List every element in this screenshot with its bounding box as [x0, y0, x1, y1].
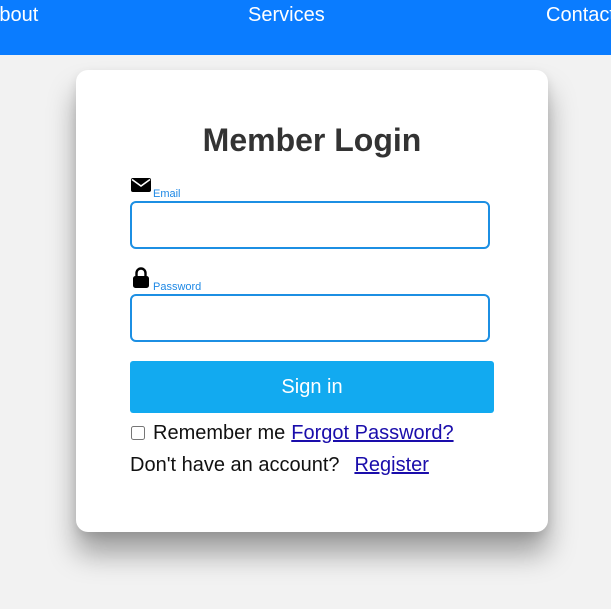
register-row: Don't have an account? Register [130, 454, 429, 476]
forgot-password-link[interactable]: Forgot Password? [291, 422, 453, 444]
password-label: Password [153, 281, 202, 293]
login-title: Member Login [202, 122, 422, 158]
nav-contact-link[interactable]: Contact [546, 4, 611, 26]
remember-row: Remember me Forgot Password? [130, 421, 454, 445]
password-field[interactable] [130, 294, 490, 342]
lock-icon [132, 267, 152, 288]
register-link[interactable]: Register [354, 454, 428, 476]
top-navigation-bar: About Services Contact [0, 0, 611, 55]
nav-about-link[interactable]: About [0, 4, 38, 26]
remember-me-label: Remember me [153, 422, 286, 444]
nav-services-link[interactable]: Services [248, 4, 325, 26]
envelope-icon [131, 177, 151, 197]
remember-me-checkbox[interactable] [131, 426, 145, 440]
email-field[interactable] [130, 201, 490, 249]
sign-in-button[interactable]: Sign in [130, 361, 494, 413]
login-card: Member Login Email Password Sign in Reme… [76, 70, 548, 532]
email-label: Email [153, 188, 181, 200]
no-account-text: Don't have an account? [130, 454, 340, 476]
